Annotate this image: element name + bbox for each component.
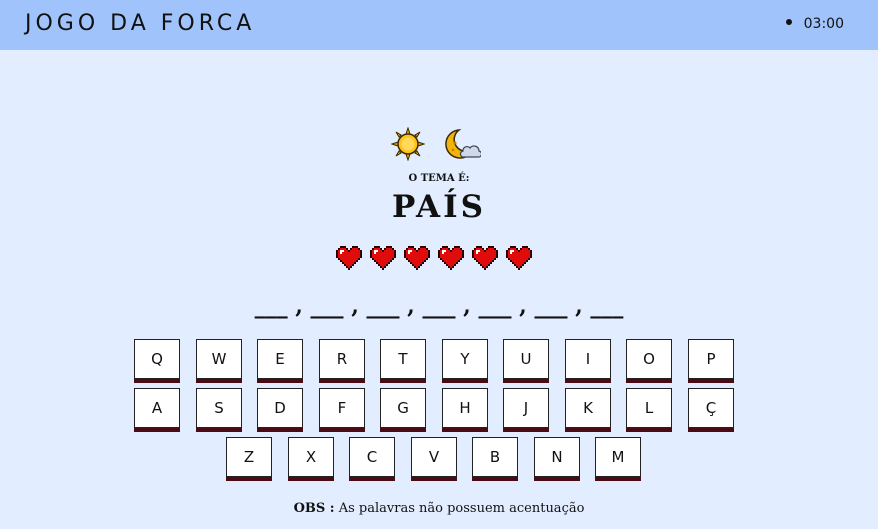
moon-cloud-icon[interactable] <box>445 127 483 165</box>
header-bar: JOGO DA FORCA 03:00 <box>0 0 878 50</box>
key-o[interactable]: O <box>626 339 672 379</box>
heart-icon <box>438 246 464 270</box>
key-l[interactable]: L <box>626 388 672 428</box>
key-x[interactable]: X <box>288 437 334 477</box>
note-text: As palavras não possuem acentuação <box>338 501 585 516</box>
key-p[interactable]: P <box>688 339 734 379</box>
key-j[interactable]: J <box>503 388 549 428</box>
key-ç[interactable]: Ç <box>688 388 734 428</box>
key-u[interactable]: U <box>503 339 549 379</box>
theme-mode-switch <box>390 126 483 162</box>
sun-icon[interactable] <box>390 126 426 165</box>
hidden-word: ___ , ___ , ___ , ___ , ___ , ___ , ___ <box>254 293 624 319</box>
key-s[interactable]: S <box>196 388 242 428</box>
key-z[interactable]: Z <box>226 437 272 477</box>
key-i[interactable]: I <box>565 339 611 379</box>
key-b[interactable]: B <box>472 437 518 477</box>
key-y[interactable]: Y <box>442 339 488 379</box>
key-h[interactable]: H <box>442 388 488 428</box>
theme-value: PAÍS <box>392 189 486 225</box>
heart-icon <box>336 246 362 270</box>
key-e[interactable]: E <box>257 339 303 379</box>
key-g[interactable]: G <box>380 388 426 428</box>
key-a[interactable]: A <box>134 388 180 428</box>
key-t[interactable]: T <box>380 339 426 379</box>
theme-label: O TEMA É: <box>408 173 470 184</box>
heart-icon <box>506 246 532 270</box>
key-w[interactable]: W <box>196 339 242 379</box>
game-title: JOGO DA FORCA <box>25 11 256 36</box>
key-d[interactable]: D <box>257 388 303 428</box>
accent-note: OBS : As palavras não possuem acentuação <box>0 501 878 516</box>
key-c[interactable]: C <box>349 437 395 477</box>
heart-icon <box>370 246 396 270</box>
timer: 03:00 <box>786 16 844 32</box>
note-label: OBS : <box>293 501 335 516</box>
heart-icon <box>404 246 430 270</box>
key-m[interactable]: M <box>595 437 641 477</box>
heart-icon <box>472 246 498 270</box>
key-v[interactable]: V <box>411 437 457 477</box>
key-q[interactable]: Q <box>134 339 180 379</box>
key-n[interactable]: N <box>534 437 580 477</box>
key-k[interactable]: K <box>565 388 611 428</box>
key-r[interactable]: R <box>319 339 365 379</box>
lives-hearts <box>336 246 546 270</box>
key-f[interactable]: F <box>319 388 365 428</box>
